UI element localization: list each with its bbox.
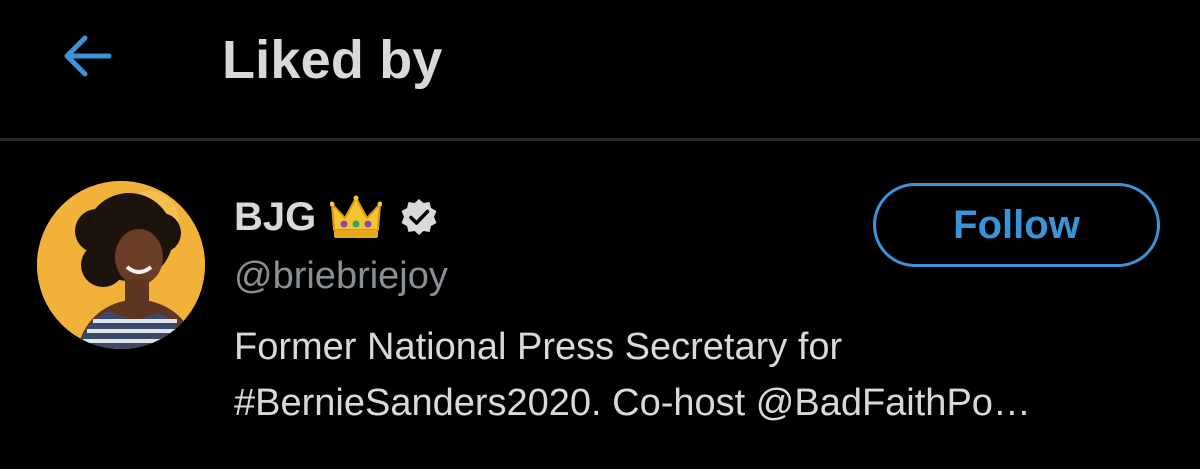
arrow-left-icon	[64, 35, 112, 77]
top-app-bar: Liked by	[0, 0, 1200, 138]
bio-line: #BernieSanders2020. Co-host @BadFaithPo…	[234, 382, 1031, 424]
crown-icon	[330, 195, 383, 238]
user-name-line: BJG	[234, 191, 438, 243]
verified-badge-icon	[401, 199, 437, 235]
user-bio: Former National Press Secretary for #Ber…	[234, 319, 1174, 431]
bio-line: Former National Press Secretary for	[234, 326, 843, 368]
back-button[interactable]	[56, 30, 118, 82]
user-handle: @briebriejoy	[234, 255, 448, 297]
user-list-item[interactable]: BJG @briebriejoy Former National Press S…	[0, 141, 1200, 469]
avatar[interactable]	[37, 181, 205, 349]
page-title: Liked by	[222, 30, 443, 90]
display-name: BJG	[234, 195, 317, 239]
follow-button[interactable]: Follow	[873, 183, 1160, 267]
avatar-image	[37, 181, 205, 349]
